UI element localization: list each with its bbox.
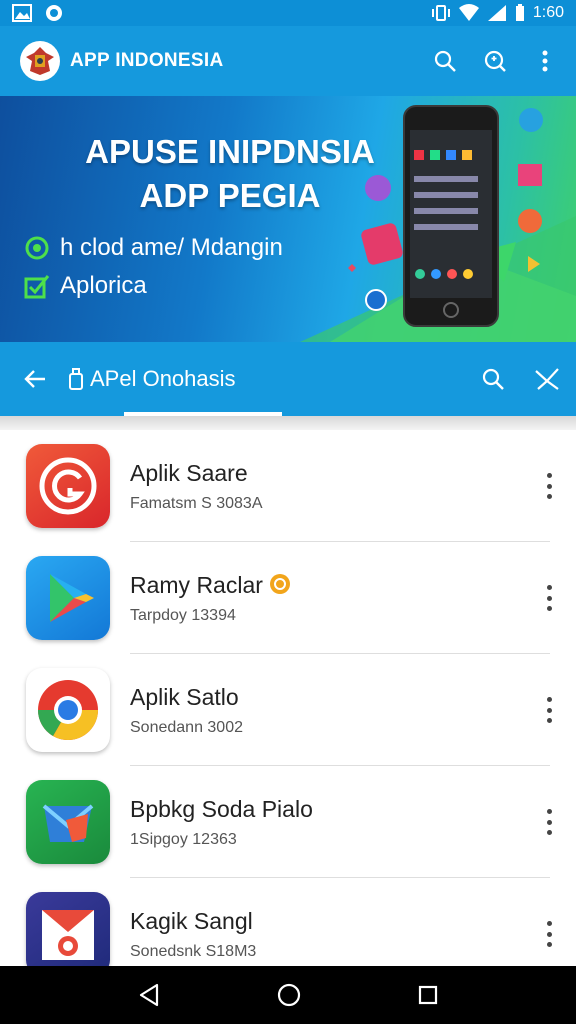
search-icon <box>482 368 504 390</box>
app-subtitle: 1Sipgoy 12363 <box>130 830 237 848</box>
more-options-icon[interactable] <box>544 585 554 611</box>
gallery-notification-icon <box>12 4 32 22</box>
more-options-icon[interactable] <box>544 697 554 723</box>
vibrate-icon <box>431 5 450 21</box>
battery-icon <box>515 4 524 21</box>
garuda-logo-icon <box>21 42 59 80</box>
app-name: Bpbkg Soda Pialo <box>130 795 313 822</box>
chrome-like-icon <box>37 680 99 741</box>
toolbar-shadow <box>0 416 576 430</box>
sub-title-text: APel Onohasis <box>90 366 236 391</box>
more-options-icon[interactable] <box>544 921 554 947</box>
promo-banner[interactable]: APUSE INIPDNSIA ADP PEGIA h clod ame/ Md… <box>0 96 576 342</box>
share-icon <box>535 368 559 390</box>
home-circle-icon[interactable] <box>276 982 302 1008</box>
app-icon <box>26 892 110 976</box>
list-item[interactable]: Ramy Raclar Tarpdoy 13394 <box>0 542 576 654</box>
app-icon <box>26 556 110 640</box>
banner-feature-1: h clod ame/ Mdangin <box>24 234 283 262</box>
more-vert-icon <box>542 50 548 72</box>
status-time: 1:60 <box>532 4 564 21</box>
app-name: Aplik Saare <box>130 459 248 486</box>
share-button[interactable] <box>534 366 560 392</box>
envelope-app-icon <box>42 910 94 960</box>
app-icon <box>26 668 110 752</box>
list-item[interactable]: Bpbkg Soda Pialo 1Sipgoy 12363 <box>0 766 576 878</box>
app-name: Aplik Satlo <box>130 683 239 710</box>
back-button[interactable] <box>22 366 48 392</box>
voice-search-button[interactable] <box>482 48 508 74</box>
list-item[interactable]: Aplik Saare Famatsm S 3083A <box>0 430 576 542</box>
headline-line-1: APUSE INIPDNSIA <box>85 133 375 170</box>
play-store-icon <box>50 574 94 622</box>
app-title: APP INDONESIA <box>70 50 224 71</box>
app-subtitle: Sonedann 3002 <box>130 718 243 736</box>
sub-toolbar: APel Onohasis <box>0 342 576 416</box>
sub-search-button[interactable] <box>480 366 506 392</box>
banner-feature-2: Aplorica <box>24 272 147 300</box>
list-item[interactable]: Aplik Satlo Sonedann 3002 <box>0 654 576 766</box>
search-button[interactable] <box>432 48 458 74</box>
search-help-icon <box>484 50 506 72</box>
sub-title: APel Onohasis <box>68 366 236 392</box>
app-icon <box>26 444 110 528</box>
bottle-icon <box>69 368 83 390</box>
app-list: Aplik Saare Famatsm S 3083A Ramy Raclar <box>0 430 576 990</box>
search-icon <box>434 50 456 72</box>
app-notification-icon <box>46 5 62 21</box>
mail-app-icon <box>42 804 94 842</box>
circle-check-icon <box>25 236 49 260</box>
more-options-icon[interactable] <box>544 809 554 835</box>
back-triangle-icon[interactable] <box>137 982 161 1008</box>
overflow-menu-button[interactable] <box>532 48 558 74</box>
app-name: Ramy Raclar <box>130 572 291 599</box>
app-logo <box>20 41 60 81</box>
banner-headline: APUSE INIPDNSIA ADP PEGIA <box>40 130 420 218</box>
app-bar: APP INDONESIA <box>0 26 576 96</box>
edit-check-icon <box>24 275 50 299</box>
status-bar: 1:60 <box>0 0 576 26</box>
arrow-back-icon <box>24 370 45 388</box>
app-subtitle: Tarpdoy 13394 <box>130 606 236 624</box>
signal-icon <box>487 5 506 21</box>
headline-line-2: ADP PEGIA <box>139 177 321 214</box>
app-icon <box>26 780 110 864</box>
app-subtitle: Sonedsnk S18M3 <box>130 942 257 960</box>
feature-2-text: Aplorica <box>60 272 147 299</box>
wifi-icon <box>458 4 479 21</box>
target-app-icon <box>39 457 97 515</box>
system-nav-bar <box>0 966 576 1024</box>
badge-icon <box>270 573 291 594</box>
app-name: Kagik Sangl <box>130 907 253 934</box>
recents-square-icon[interactable] <box>417 984 439 1006</box>
screen: 1:60 APP INDONESIA APUSE INIPDNSIA ADP P… <box>0 0 576 1024</box>
feature-1-text: h clod ame/ Mdangin <box>60 234 283 261</box>
more-options-icon[interactable] <box>544 473 554 499</box>
app-subtitle: Famatsm S 3083A <box>130 494 263 512</box>
